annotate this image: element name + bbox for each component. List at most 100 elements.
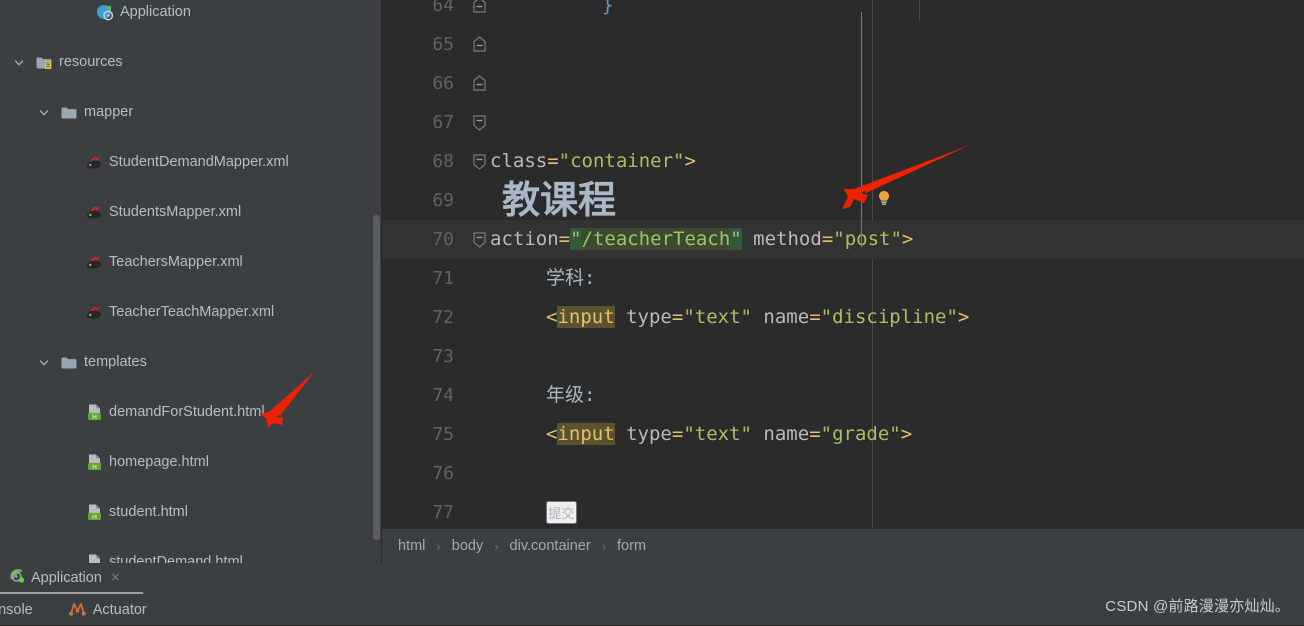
- breadcrumb-separator: ›: [436, 538, 441, 554]
- tree-item-label: demandForStudent.html: [109, 404, 265, 420]
- breadcrumb-item-form[interactable]: form: [615, 538, 648, 554]
- code-line[interactable]: 77 提交: [382, 493, 1304, 528]
- code-text: <input type="text" name="discipline">: [546, 306, 970, 328]
- code-line[interactable]: 69 教课程: [382, 181, 1304, 220]
- run-tab-application[interactable]: Application ×: [0, 563, 143, 594]
- tree-item-studentdemandmapper-xml[interactable]: StudentDemandMapper.xml: [0, 150, 382, 175]
- mybatis-xml-icon: [85, 300, 103, 325]
- svg-text:H: H: [92, 413, 97, 421]
- code-fold-down-icon[interactable]: [468, 103, 490, 142]
- code-fold-up-icon[interactable]: [468, 25, 490, 64]
- code-fold-up-icon[interactable]: [468, 64, 490, 103]
- tree-item-application[interactable]: Application: [0, 0, 382, 25]
- code-line[interactable]: 66: [382, 64, 1304, 103]
- resources-folder-icon: [35, 50, 53, 75]
- folder-icon: [60, 350, 78, 375]
- code-line[interactable]: 73: [382, 337, 1304, 376]
- breadcrumb-item-body[interactable]: body: [450, 538, 485, 554]
- tree-item-student-html[interactable]: Hstudent.html: [0, 500, 382, 525]
- chevron-down-icon[interactable]: [38, 350, 50, 375]
- line-number: 69: [432, 190, 454, 211]
- tree-item-studentsmapper-xml[interactable]: StudentsMapper.xml: [0, 200, 382, 225]
- html-file-icon: H: [85, 450, 103, 475]
- tree-item-label: mapper: [84, 104, 134, 120]
- code-fold-up-icon[interactable]: [468, 0, 490, 25]
- line-number: 74: [432, 385, 454, 406]
- tree-item-label: student.html: [109, 504, 188, 520]
- csdn-watermark: CSDN @前路漫漫亦灿灿。: [1105, 598, 1290, 615]
- line-number: 70: [432, 229, 454, 250]
- tree-item-label: resources: [59, 54, 123, 70]
- tree-item-label: StudentDemandMapper.xml: [109, 154, 289, 170]
- code-line[interactable]: 70 action="/teacherTeach" method="post">: [382, 220, 1304, 259]
- tree-item-label: TeachersMapper.xml: [109, 254, 243, 270]
- tree-item-studentdemand-html[interactable]: HstudentDemand.html: [0, 550, 382, 563]
- code-text: <input type="text" name="grade">: [546, 423, 913, 445]
- project-tree-scrollbar[interactable]: [373, 215, 380, 540]
- code-fold-down-icon[interactable]: [468, 220, 490, 259]
- html-file-icon: H: [85, 500, 103, 525]
- tree-item-label: templates: [84, 354, 147, 370]
- ide-window: Application resources mapper StudentDemandM…: [0, 0, 1304, 626]
- code-text: 学科:: [546, 267, 596, 289]
- code-text: 教课程: [502, 178, 617, 222]
- code-editor[interactable]: 64} 65 66 67 68 class="container"> 69 教课程 70 acti…: [382, 0, 1304, 528]
- breadcrumb-separator: ›: [601, 538, 607, 554]
- breadcrumb-separator: ›: [494, 538, 499, 554]
- code-line[interactable]: 65: [382, 25, 1304, 64]
- tree-item-resources[interactable]: resources: [0, 50, 382, 75]
- actuator-icon: [68, 600, 86, 620]
- code-line[interactable]: 67: [382, 103, 1304, 142]
- mybatis-xml-icon: [85, 200, 103, 225]
- indent-guide: [919, 0, 920, 20]
- code-text: }: [602, 0, 614, 16]
- code-line[interactable]: 68 class="container">: [382, 142, 1304, 181]
- line-number: 64: [432, 0, 454, 16]
- tree-item-teacherteachmapper-xml[interactable]: TeacherTeachMapper.xml: [0, 300, 382, 325]
- actuator-tab-label: Actuator: [92, 602, 147, 618]
- chevron-down-icon[interactable]: [13, 50, 25, 75]
- tree-item-label: studentDemand.html: [109, 554, 243, 563]
- breadcrumb-item-html[interactable]: html: [396, 538, 427, 554]
- folder-icon: [60, 100, 78, 125]
- html-file-icon: H: [85, 400, 103, 425]
- spring-boot-run-icon: [8, 567, 25, 589]
- chevron-down-icon[interactable]: [38, 100, 50, 125]
- code-line[interactable]: 72 <input type="text" name="discipline">: [382, 298, 1304, 337]
- code-line[interactable]: 71 学科:: [382, 259, 1304, 298]
- spring-boot-class-icon: [96, 0, 114, 25]
- code-line[interactable]: 64}: [382, 0, 1304, 25]
- code-text: action="/teacherTeach" method="post">: [490, 228, 914, 250]
- line-number: 72: [432, 307, 454, 328]
- close-icon[interactable]: ×: [111, 570, 120, 585]
- run-tab-label: Application: [31, 569, 102, 586]
- code-text: 年级:: [546, 384, 596, 406]
- tree-item-label: Application: [120, 4, 191, 20]
- project-tree-panel[interactable]: Application resources mapper StudentDemandM…: [0, 0, 382, 563]
- code-line[interactable]: 74 年级:: [382, 376, 1304, 415]
- breadcrumb-item-div-container[interactable]: div.container: [508, 538, 593, 554]
- breadcrumb[interactable]: html › body › div.container › form: [382, 528, 1304, 563]
- fold-connector-line: [861, 12, 862, 247]
- tree-item-demandforstudent-html[interactable]: HdemandForStudent.html: [0, 400, 382, 425]
- tree-item-homepage-html[interactable]: Hhomepage.html: [0, 450, 382, 475]
- tree-item-mapper[interactable]: mapper: [0, 100, 382, 125]
- svg-text:H: H: [92, 513, 97, 521]
- tab-actuator[interactable]: Actuator: [68, 600, 147, 620]
- code-text: class="container">: [490, 150, 696, 172]
- line-number: 71: [432, 268, 454, 289]
- intention-lightbulb-icon[interactable]: [874, 188, 894, 208]
- code-text: 提交: [546, 493, 577, 528]
- tree-item-teachersmapper-xml[interactable]: TeachersMapper.xml: [0, 250, 382, 275]
- tab-console[interactable]: onsole: [0, 602, 33, 618]
- line-number: 77: [432, 502, 454, 523]
- console-tab-label: onsole: [0, 602, 33, 618]
- svg-text:H: H: [92, 463, 97, 471]
- line-number: 65: [432, 34, 454, 55]
- line-number: 68: [432, 151, 454, 172]
- code-line[interactable]: 75 <input type="text" name="grade">: [382, 415, 1304, 454]
- tree-item-label: StudentsMapper.xml: [109, 204, 242, 220]
- code-line[interactable]: 76: [382, 454, 1304, 493]
- code-fold-down-icon[interactable]: [468, 142, 490, 181]
- tree-item-templates[interactable]: templates: [0, 350, 382, 375]
